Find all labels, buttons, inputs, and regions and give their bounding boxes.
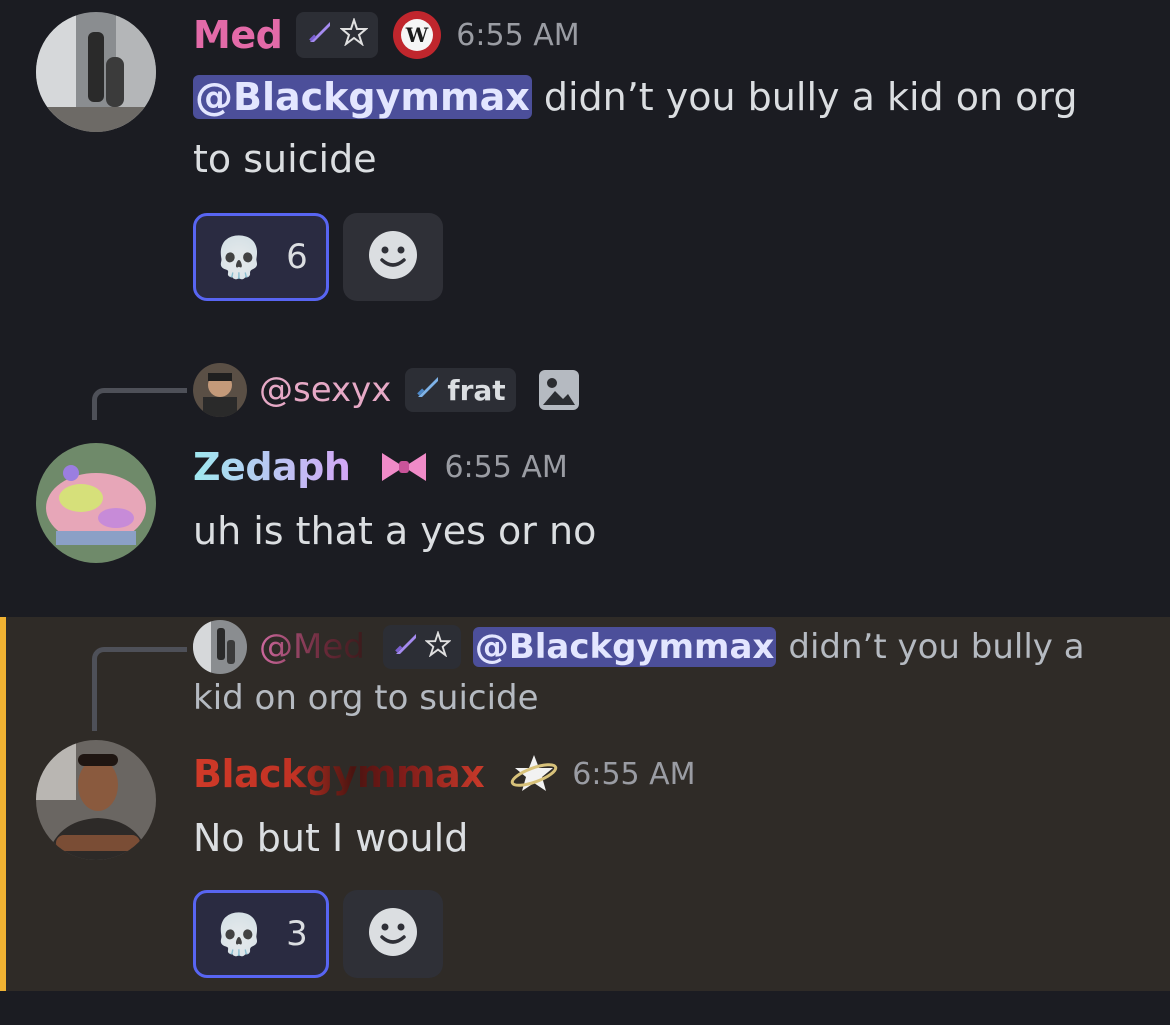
frat-tag-label: frat <box>447 373 506 407</box>
message-text: uh is that a yes or no <box>193 509 597 553</box>
message-med: Med W 6:55 AM @Blackgymmax didn’t you bu… <box>0 0 1170 340</box>
add-reaction-icon <box>367 229 419 285</box>
avatar-blackgymmax[interactable] <box>36 740 156 860</box>
add-reaction-button[interactable] <box>343 213 443 301</box>
reply-connector <box>92 388 187 420</box>
image-icon <box>538 369 580 411</box>
message-text: No but I would <box>193 816 469 860</box>
bow-icon <box>378 447 430 487</box>
timestamp-med: 6:55 AM <box>456 17 580 53</box>
pentagram-icon <box>424 629 452 664</box>
add-reaction-button[interactable] <box>343 890 443 978</box>
reply-text: didn’t you bully a <box>788 627 1085 667</box>
sword-icon <box>393 631 419 664</box>
username-blackgymmax[interactable]: Blackgymmax <box>193 752 485 796</box>
header-zedaph: Zedaph 6:55 AM <box>193 442 568 492</box>
reaction-count: 6 <box>286 237 308 277</box>
reaction-skull[interactable]: 💀 6 <box>193 213 329 301</box>
reply-username[interactable]: @Med <box>259 627 365 667</box>
skull-icon: 💀 <box>214 911 265 958</box>
add-reaction-icon <box>367 906 419 962</box>
w-badge-icon: W <box>392 10 442 60</box>
reaction-count: 3 <box>286 914 308 954</box>
mention-blackgymmax[interactable]: @Blackgymmax <box>193 75 532 119</box>
sword-icon <box>415 374 441 407</box>
header-med: Med W 6:55 AM <box>193 10 580 60</box>
message-zedaph: @sexyx frat Zedaph 6:55 AM uh is that a … <box>0 340 1170 617</box>
frat-tag: frat <box>405 368 516 412</box>
username-med[interactable]: Med <box>193 13 283 57</box>
reply-username[interactable]: @sexyx <box>259 370 391 410</box>
username-zedaph[interactable]: Zedaph <box>193 445 351 489</box>
message-text-line2: to suicide <box>193 137 377 181</box>
mini-avatar-sexyx <box>193 363 247 417</box>
reply-connector <box>92 647 187 731</box>
svg-text:W: W <box>405 23 429 47</box>
mini-avatar-med <box>193 620 247 674</box>
skull-icon: 💀 <box>214 234 265 281</box>
reply-mention[interactable]: @Blackgymmax <box>472 627 777 667</box>
reaction-skull[interactable]: 💀 3 <box>193 890 329 978</box>
star-ring-icon <box>510 753 558 795</box>
timestamp-blackgymmax: 6:55 AM <box>572 756 696 792</box>
message-body-zedaph: uh is that a yes or no <box>193 500 596 562</box>
message-text: didn’t you bully a kid on org <box>543 75 1078 119</box>
message-body-blackgymmax: No but I would <box>193 807 468 869</box>
sword-icon <box>306 18 334 53</box>
message-body-med: @Blackgymmax didn’t you bully a kid on o… <box>193 66 1143 190</box>
header-blackgymmax: Blackgymmax 6:55 AM <box>193 749 696 799</box>
role-badges <box>382 625 461 669</box>
pentagram-icon <box>339 16 370 53</box>
avatar-med[interactable] <box>36 12 156 132</box>
timestamp-zedaph: 6:55 AM <box>444 449 568 485</box>
reply-preview[interactable]: @sexyx frat <box>193 362 580 418</box>
reply-text-line2: kid on org to suicide <box>193 678 539 718</box>
message-blackgymmax: @Med @Blackgymmax didn’t you bully a kid… <box>0 617 1170 991</box>
role-badges <box>296 12 379 58</box>
avatar-zedaph[interactable] <box>36 443 156 563</box>
